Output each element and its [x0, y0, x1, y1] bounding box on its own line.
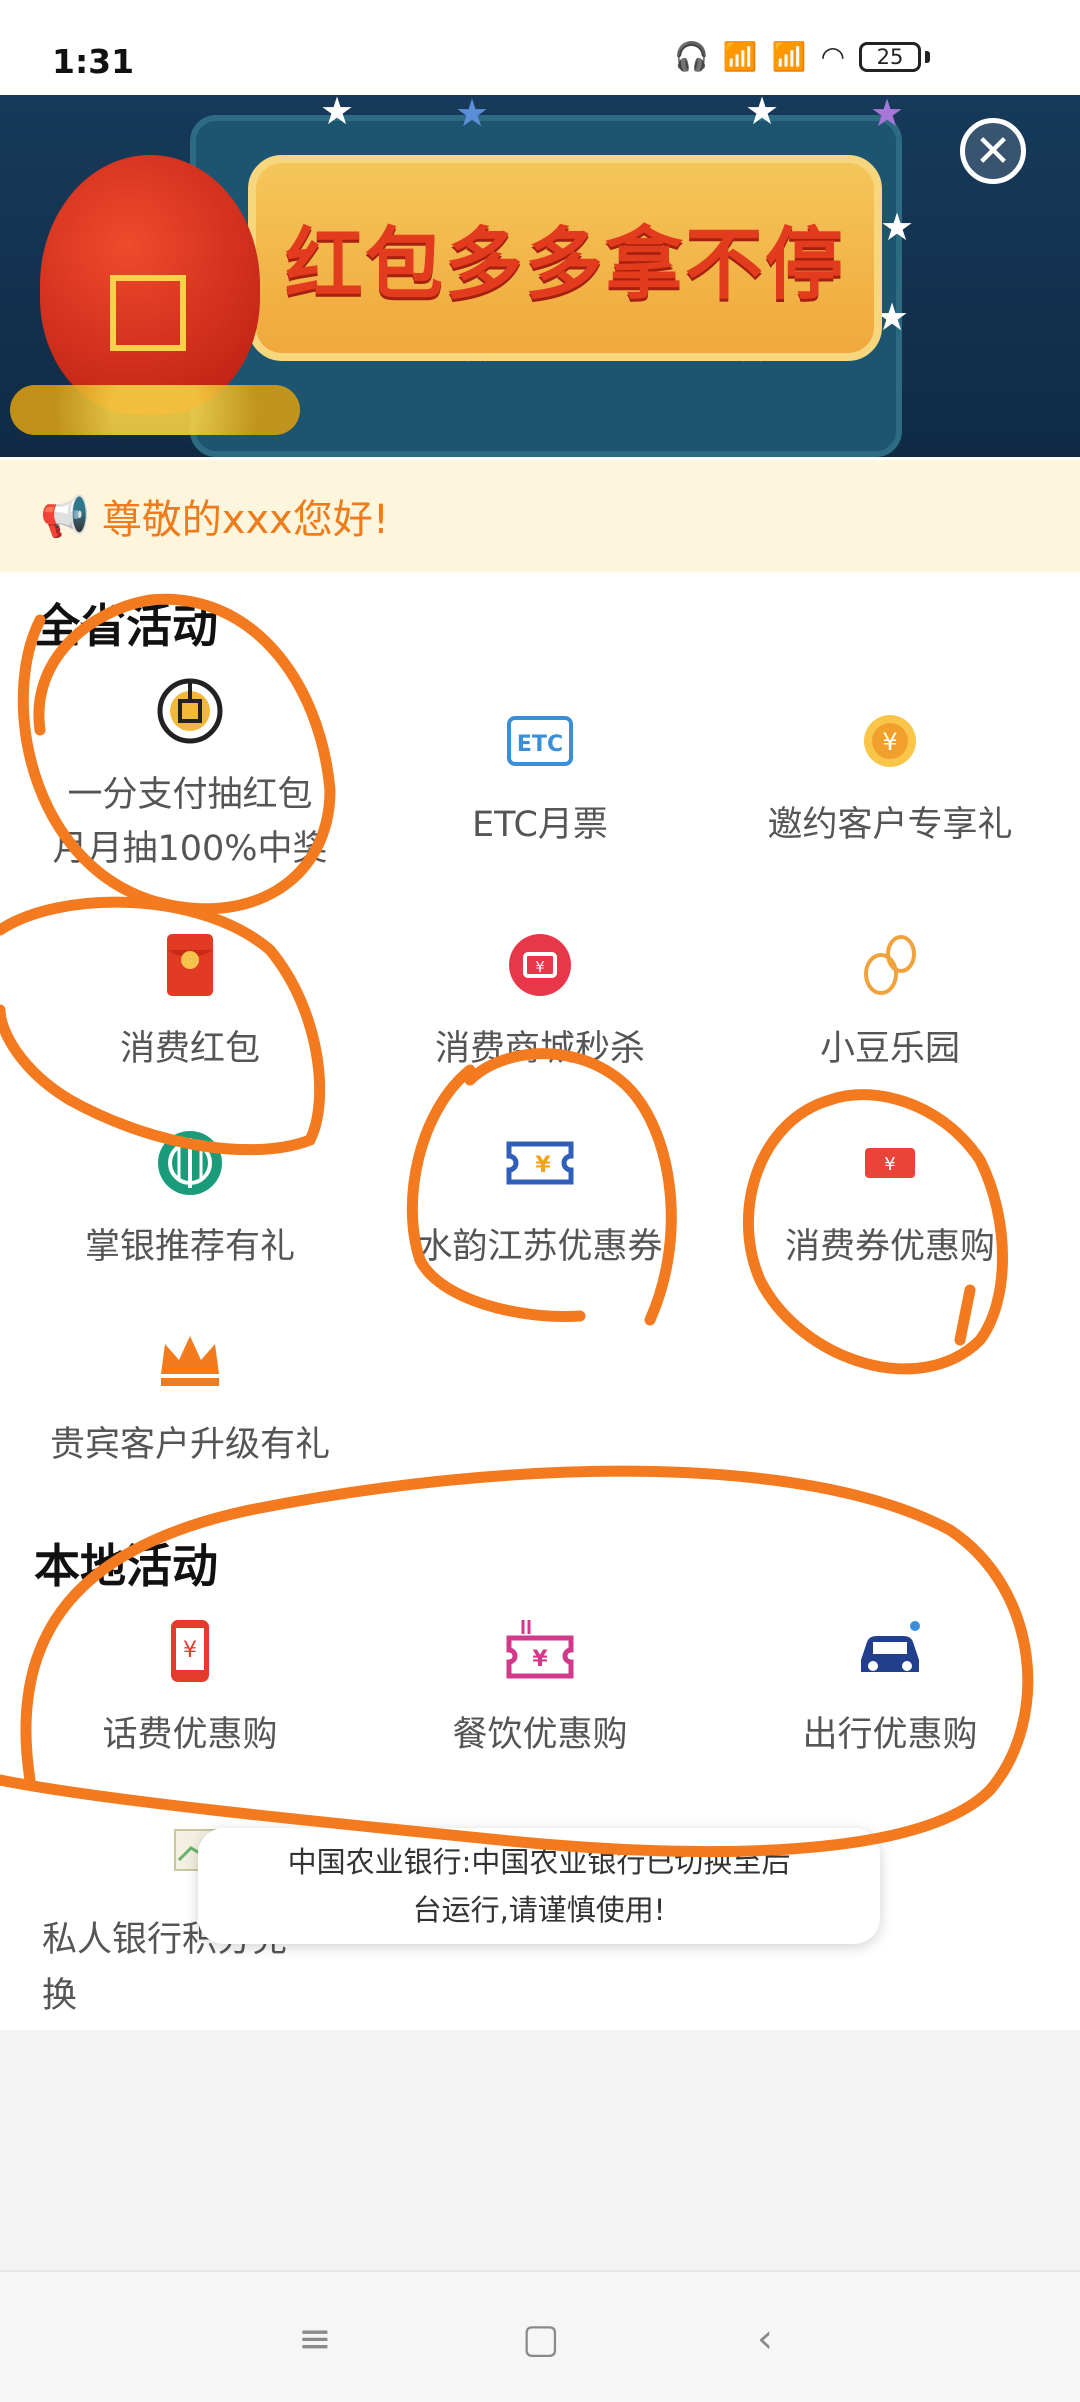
- crown-icon: [161, 1336, 219, 1386]
- red-envelope-icon: [167, 934, 213, 996]
- bag-square: [110, 275, 186, 351]
- svg-text:¥: ¥: [535, 1153, 551, 1178]
- activity-label: 出行优惠购: [802, 1715, 978, 1755]
- banner-title: 红包多多拿不停: [284, 220, 845, 310]
- battery-cap: [925, 50, 930, 63]
- star-icon: ★: [455, 95, 490, 135]
- svg-text:¥: ¥: [535, 958, 545, 976]
- activity-label: 小豆乐园: [819, 1029, 960, 1069]
- status-time: 1:31: [52, 42, 135, 81]
- star-icon: ★: [880, 205, 915, 249]
- greeting-text: 尊敬的xxx您好!: [101, 497, 389, 543]
- banner-title-plate: 红包多多拿不停: [248, 155, 882, 361]
- battery-icon: 25: [859, 41, 921, 72]
- voucher-icon: ¥: [865, 1148, 915, 1178]
- activity-item[interactable]: 消费红包: [10, 930, 370, 1076]
- etc-icon: ETC: [507, 716, 573, 766]
- toast-line2: 台运行,请谨慎使用!: [412, 1893, 666, 1927]
- bank-logo-icon: [158, 1131, 222, 1195]
- coupon-ticket-icon: ¥: [506, 1141, 574, 1185]
- status-icons: 🎧 📶 📶 ◠ 25: [674, 40, 930, 73]
- system-nav-bar: ≡ ▢ ‹: [0, 2270, 1080, 2402]
- promo-banner[interactable]: ★ ★ ★ ★ ★ ★ ★ ★ ★ ★ 红包多多拿不停: [0, 95, 1080, 457]
- activity-label: 一分支付抽红包 月月抽100%中奖: [52, 775, 328, 869]
- activity-item[interactable]: ¥ 消费券优惠购: [710, 1128, 1070, 1274]
- car-icon: [861, 1621, 920, 1672]
- activity-label: 餐饮优惠购: [452, 1715, 628, 1755]
- battery-level: 25: [876, 44, 904, 69]
- bottom-blank-area: [0, 2030, 1080, 2270]
- activity-item[interactable]: ¥ 水韵江苏优惠券: [360, 1128, 720, 1274]
- activity-item[interactable]: 一分支付抽红包 月月抽100%中奖: [10, 676, 370, 876]
- section-title-provincial: 全省活动: [34, 599, 218, 653]
- coin-circle-icon: [157, 678, 223, 744]
- activity-label: 话费优惠购: [102, 1715, 278, 1755]
- activity-label: 消费红包: [119, 1029, 260, 1069]
- back-icon[interactable]: ‹: [757, 2316, 773, 2362]
- svg-text:¥: ¥: [183, 1638, 197, 1663]
- activity-label: 水韵江苏优惠券: [417, 1227, 663, 1267]
- star-icon: ★: [870, 95, 905, 135]
- activity-item[interactable]: 贵宾客户升级有礼: [10, 1326, 370, 1472]
- activity-item[interactable]: 出行优惠购: [710, 1616, 1070, 1762]
- section-title-local: 本地活动: [34, 1539, 218, 1593]
- activity-label: 贵宾客户升级有礼: [49, 1425, 330, 1465]
- signal-hd-icon-2: 📶: [771, 40, 807, 73]
- mall-flash-icon: ¥: [509, 934, 571, 996]
- activity-item[interactable]: ¥ 餐饮优惠购: [360, 1616, 720, 1762]
- activity-item[interactable]: ¥ 话费优惠购: [10, 1616, 370, 1762]
- toast-line1: 中国农业银行:中国农业银行已切换至后: [287, 1845, 791, 1879]
- megaphone-icon: 📢: [40, 493, 90, 540]
- status-bar: 1:31 🎧 📶 📶 ◠ 25: [0, 0, 1080, 95]
- activity-label: 消费商城秒杀: [434, 1029, 645, 1069]
- activity-label: ETC月票: [472, 805, 608, 845]
- activity-item[interactable]: ¥ 消费商城秒杀: [360, 930, 720, 1076]
- activity-item[interactable]: ¥ 邀约客户专享礼: [710, 706, 1070, 852]
- gift-yuan-icon: ¥: [864, 715, 916, 767]
- star-icon: ★: [320, 95, 355, 133]
- bean-icon: [864, 935, 916, 995]
- activity-item[interactable]: ETC ETC月票: [360, 706, 720, 852]
- close-icon[interactable]: ✕: [960, 118, 1026, 184]
- star-icon: ★: [745, 95, 780, 133]
- svg-text:¥: ¥: [884, 1154, 895, 1175]
- home-icon[interactable]: ▢: [522, 2316, 560, 2362]
- headphone-icon: 🎧: [673, 40, 709, 73]
- wifi-icon: ◠: [820, 40, 845, 73]
- coins-pile: [10, 385, 300, 435]
- signal-hd-icon: 📶: [722, 40, 758, 73]
- svg-text:¥: ¥: [532, 1647, 548, 1672]
- svg-text:¥: ¥: [882, 728, 897, 756]
- greeting-bar: 📢 尊敬的xxx您好!: [0, 460, 1080, 572]
- activity-label: 邀约客户专享礼: [767, 805, 1013, 845]
- phone-bill-icon: ¥: [171, 1620, 209, 1682]
- activity-label: 掌银推荐有礼: [84, 1227, 295, 1267]
- svg-text:ETC: ETC: [517, 732, 563, 757]
- toast-message: 中国农业银行:中国农业银行已切换至后 台运行,请谨慎使用!: [198, 1828, 880, 1944]
- menu-icon[interactable]: ≡: [298, 2316, 332, 2362]
- activity-label: 消费券优惠购: [784, 1227, 995, 1267]
- activity-item[interactable]: 小豆乐园: [710, 930, 1070, 1076]
- dining-icon: ¥: [506, 1620, 574, 1679]
- activity-item[interactable]: 掌银推荐有礼: [10, 1128, 370, 1274]
